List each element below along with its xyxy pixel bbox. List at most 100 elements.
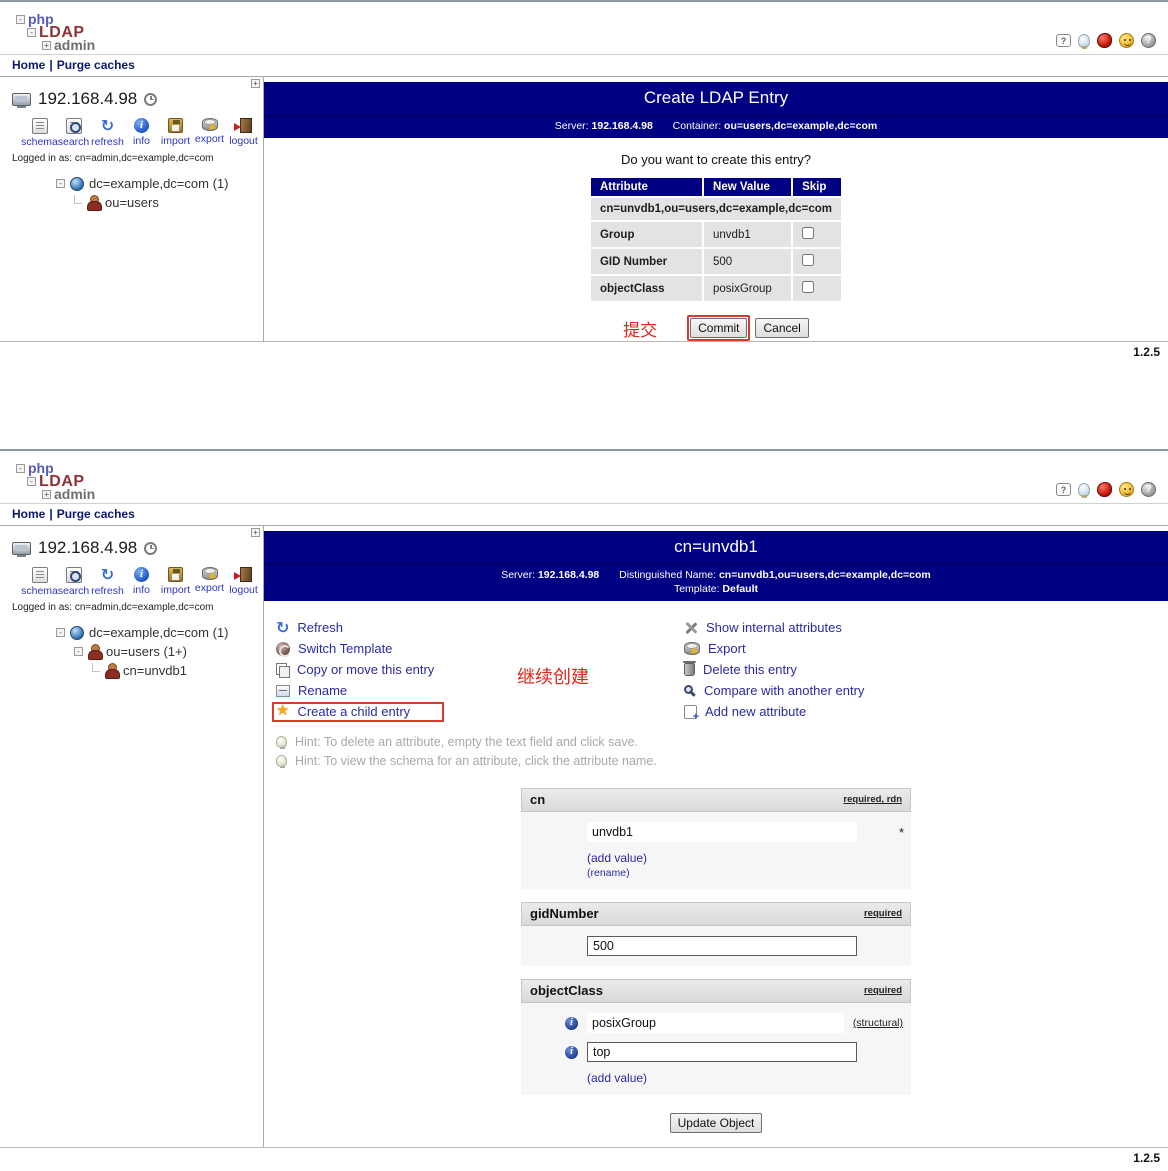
tree-node-ou-users[interactable]: ou=users: [0, 193, 263, 212]
smiley-icon[interactable]: [1119, 482, 1134, 497]
hint-bulb-icon: [276, 736, 287, 748]
col-skip: Skip: [793, 178, 841, 196]
magnifier-icon: [684, 685, 693, 694]
action-delete[interactable]: Delete this entry: [684, 659, 864, 680]
bulb-icon[interactable]: [1078, 483, 1090, 497]
nav-refresh[interactable]: ↻refresh: [92, 567, 123, 597]
nav-schema[interactable]: schema: [24, 567, 55, 597]
tree-elbow: [74, 195, 82, 204]
action-export[interactable]: Export: [684, 638, 864, 659]
nav-info[interactable]: iinfo: [126, 118, 157, 148]
action-add-attribute[interactable]: Add new attribute: [684, 701, 864, 722]
bug-icon[interactable]: [1097, 33, 1112, 48]
node-collapse-icon[interactable]: -: [56, 179, 65, 188]
section-cn: cn required, rdn * (add value) (rename): [521, 788, 911, 889]
server-row[interactable]: 192.168.4.98: [0, 89, 263, 109]
logged-in-as: Logged in as: cn=admin,dc=example,dc=com: [0, 153, 263, 164]
action-create-child[interactable]: ★ Create a child entry: [276, 701, 684, 722]
commit-button[interactable]: Commit: [690, 318, 747, 338]
nav-refresh[interactable]: ↻refresh: [92, 118, 123, 148]
info-dark-icon[interactable]: i: [565, 1017, 578, 1030]
masthead: -php -LDAP +admin ? ?: [0, 2, 1168, 54]
question-bubble-icon[interactable]: ?: [1056, 483, 1071, 496]
nav-import[interactable]: import: [160, 567, 191, 597]
required-star: *: [899, 825, 904, 840]
nav-export[interactable]: export: [194, 118, 225, 148]
nav-logout[interactable]: logout: [228, 567, 259, 597]
workspace: + 192.168.4.98 schema search ↻refresh ii…: [0, 526, 1168, 1148]
rename-icon: [276, 685, 290, 697]
nav-search[interactable]: search: [58, 567, 89, 597]
nav-import[interactable]: import: [160, 118, 191, 148]
collapse-tree-icon[interactable]: +: [251, 528, 260, 537]
import-icon: [168, 567, 183, 582]
objectclass-value-2[interactable]: [587, 1042, 857, 1062]
section-header: objectClass required: [521, 979, 911, 1003]
ldap-tree: - dc=example,dc=com (1) ou=users: [0, 174, 263, 212]
question-bubble-icon[interactable]: ?: [1056, 34, 1071, 47]
action-refresh[interactable]: ↻Refresh: [276, 617, 684, 638]
collapse-tree-icon[interactable]: +: [251, 79, 260, 88]
attribute-flags[interactable]: required: [864, 908, 902, 919]
bulb-icon[interactable]: [1078, 34, 1090, 48]
section-header: gidNumber required: [521, 902, 911, 926]
container-value: ou=users,dc=example,dc=com: [724, 120, 877, 132]
server-row[interactable]: 192.168.4.98: [0, 538, 263, 558]
objectclass-value-1[interactable]: [587, 1013, 844, 1033]
page-subtitle: Server: 192.168.4.98 Container: ou=users…: [264, 115, 1168, 138]
nav-schema[interactable]: schema: [24, 118, 55, 148]
skip-checkbox[interactable]: [802, 227, 814, 239]
logo-collapse-icon: -: [27, 477, 36, 486]
node-collapse-icon[interactable]: -: [56, 628, 65, 637]
ldap-tree: - dc=example,dc=com (1) - ou=users (1+) …: [0, 623, 263, 680]
node-collapse-icon[interactable]: -: [74, 647, 83, 656]
gidnumber-input[interactable]: [587, 936, 857, 956]
menu-home-link[interactable]: Home: [12, 58, 45, 72]
action-switch-template[interactable]: Switch Template: [276, 638, 684, 659]
info-dark-icon[interactable]: i: [565, 1046, 578, 1059]
menu-home-link[interactable]: Home: [12, 507, 45, 521]
rename-link[interactable]: (rename): [587, 867, 903, 879]
cancel-button[interactable]: Cancel: [755, 318, 808, 338]
tree-panel: + 192.168.4.98 schema search ↻refresh ii…: [0, 526, 264, 1147]
action-show-internal[interactable]: Show internal attributes: [684, 617, 864, 638]
server-label: Server:: [555, 120, 589, 132]
schema-icon: [32, 118, 48, 134]
add-value-link[interactable]: (add value): [587, 1071, 647, 1085]
attribute-name-link[interactable]: cn: [530, 792, 545, 807]
help-icon[interactable]: ?: [1141, 482, 1156, 497]
update-object-button[interactable]: Update Object: [670, 1113, 763, 1133]
attribute-flags[interactable]: required: [864, 985, 902, 996]
container-label: Container:: [673, 120, 721, 132]
tree-node-base-dn[interactable]: - dc=example,dc=com (1): [0, 623, 263, 642]
smiley-icon[interactable]: [1119, 33, 1134, 48]
add-value-link[interactable]: (add value): [587, 851, 903, 865]
attr-value: posixGroup: [704, 276, 791, 301]
nav-info[interactable]: iinfo: [126, 567, 157, 597]
cn-value-input[interactable]: [587, 822, 857, 842]
action-compare[interactable]: Compare with another entry: [684, 680, 864, 701]
bug-icon[interactable]: [1097, 482, 1112, 497]
nav-export[interactable]: export: [194, 567, 225, 597]
template-label: Template:: [674, 583, 720, 595]
attribute-flags[interactable]: required, rdn: [843, 794, 902, 805]
skip-checkbox[interactable]: [802, 254, 814, 266]
help-icon[interactable]: ?: [1141, 33, 1156, 48]
action-rename[interactable]: Rename: [276, 680, 684, 701]
tree-node-ou-users[interactable]: - ou=users (1+): [0, 642, 263, 661]
nav-search[interactable]: search: [58, 118, 89, 148]
masthead: -php -LDAP +admin ? ?: [0, 451, 1168, 503]
skip-checkbox[interactable]: [802, 281, 814, 293]
attribute-name-link[interactable]: objectClass: [530, 983, 603, 998]
attr-name: GID Number: [591, 249, 702, 274]
menu-purge-caches-link[interactable]: Purge caches: [57, 507, 135, 521]
nav-logout[interactable]: logout: [228, 118, 259, 148]
tree-node-cn-unvdb1[interactable]: cn=unvdb1: [0, 661, 263, 680]
action-copy-move[interactable]: Copy or move this entry: [276, 659, 684, 680]
attribute-name-link[interactable]: gidNumber: [530, 906, 599, 921]
logout-icon: [240, 567, 252, 582]
menu-purge-caches-link[interactable]: Purge caches: [57, 58, 135, 72]
structural-link[interactable]: (structural): [853, 1017, 903, 1029]
table-dn-row: cn=unvdb1,ou=users,dc=example,dc=com: [591, 198, 841, 220]
tree-node-base-dn[interactable]: - dc=example,dc=com (1): [0, 174, 263, 193]
